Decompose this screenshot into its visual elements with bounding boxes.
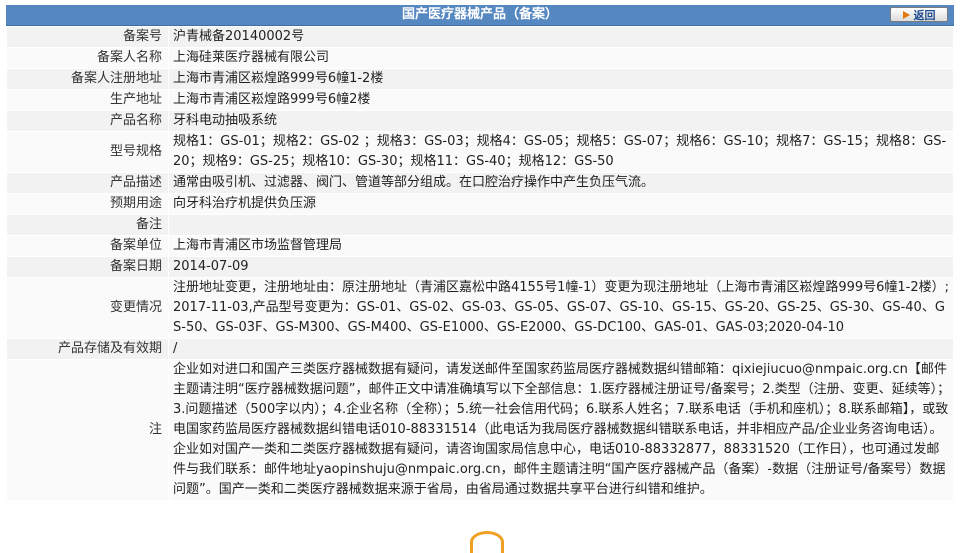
row-label: 型号规格 [6,131,169,173]
row-value: 上海市青浦区崧煌路999号6幢2楼 [168,89,954,111]
row-label: 产品存储及有效期 [6,338,169,360]
row-value: 通常由吸引机、过滤器、阀门、管道等部分组成。在口腔治疗操作中产生负压气流。 [168,172,954,194]
row-label: 生产地址 [6,89,169,111]
row-label: 备案号 [6,26,169,48]
table-row: 备案日期 2014-07-09 [6,256,954,278]
table-row: 生产地址 上海市青浦区崧煌路999号6幢2楼 [6,89,954,111]
row-label: 变更情况 [6,277,169,339]
row-value: 注册地址变更，注册地址由：原注册地址（青浦区嘉松中路4155号1幢-1）变更为现… [168,277,954,339]
record-detail-table: 备案号 沪青械备20140002号 备案人名称 上海硅莱医疗器械有限公司 备案人… [6,26,954,501]
table-row: 预期用途 向牙科治疗机提供负压源 [6,193,954,215]
row-label: 备案人注册地址 [6,68,169,90]
row-value: 规格1：GS-01；规格2：GS-02 ；规格3：GS-03；规格4：GS-05… [168,131,954,173]
table-row: 备案人注册地址 上海市青浦区崧煌路999号6幢1-2楼 [6,68,954,90]
row-value: 上海市青浦区市场监督管理局 [168,235,954,257]
row-label: 产品描述 [6,172,169,194]
page-header: 国产医疗器械产品（备案） 返回 [6,5,954,26]
back-arrow-icon [902,11,910,19]
note-text: 企业如对进口和国产三类医疗器械数据有疑问，请发送邮件至国家药监局医疗器械数据纠错… [168,359,954,501]
table-row: 注 企业如对进口和国产三类医疗器械数据有疑问，请发送邮件至国家药监局医疗器械数据… [6,359,954,501]
back-button[interactable]: 返回 [890,7,948,22]
table-row: 备案号 沪青械备20140002号 [6,26,954,48]
row-label: 产品名称 [6,110,169,132]
table-row: 产品描述 通常由吸引机、过滤器、阀门、管道等部分组成。在口腔治疗操作中产生负压气… [6,172,954,194]
row-value: / [168,338,954,360]
table-row: 备案单位 上海市青浦区市场监督管理局 [6,235,954,257]
table-row: 变更情况 注册地址变更，注册地址由：原注册地址（青浦区嘉松中路4155号1幢-1… [6,277,954,339]
row-value: 沪青械备20140002号 [168,26,954,48]
site-logo-icon [470,531,504,553]
table-row: 型号规格 规格1：GS-01；规格2：GS-02 ；规格3：GS-03；规格4：… [6,131,954,173]
table-row: 产品名称 牙科电动抽吸系统 [6,110,954,132]
row-value: 牙科电动抽吸系统 [168,110,954,132]
row-label: 备案单位 [6,235,169,257]
row-value: 上海市青浦区崧煌路999号6幢1-2楼 [168,68,954,90]
table-row: 备注 [6,214,954,236]
back-button-label: 返回 [913,9,936,22]
row-label: 备案人名称 [6,47,169,69]
row-label: 注 [6,359,169,501]
table-row: 备案人名称 上海硅莱医疗器械有限公司 [6,47,954,69]
row-value: 2014-07-09 [168,256,954,278]
row-value [168,214,954,236]
row-label: 预期用途 [6,193,169,215]
row-value: 上海硅莱医疗器械有限公司 [168,47,954,69]
row-value: 向牙科治疗机提供负压源 [168,193,954,215]
row-label: 备案日期 [6,256,169,278]
page-title: 国产医疗器械产品（备案） [401,7,558,22]
row-label: 备注 [6,214,169,236]
table-row: 产品存储及有效期 / [6,338,954,360]
